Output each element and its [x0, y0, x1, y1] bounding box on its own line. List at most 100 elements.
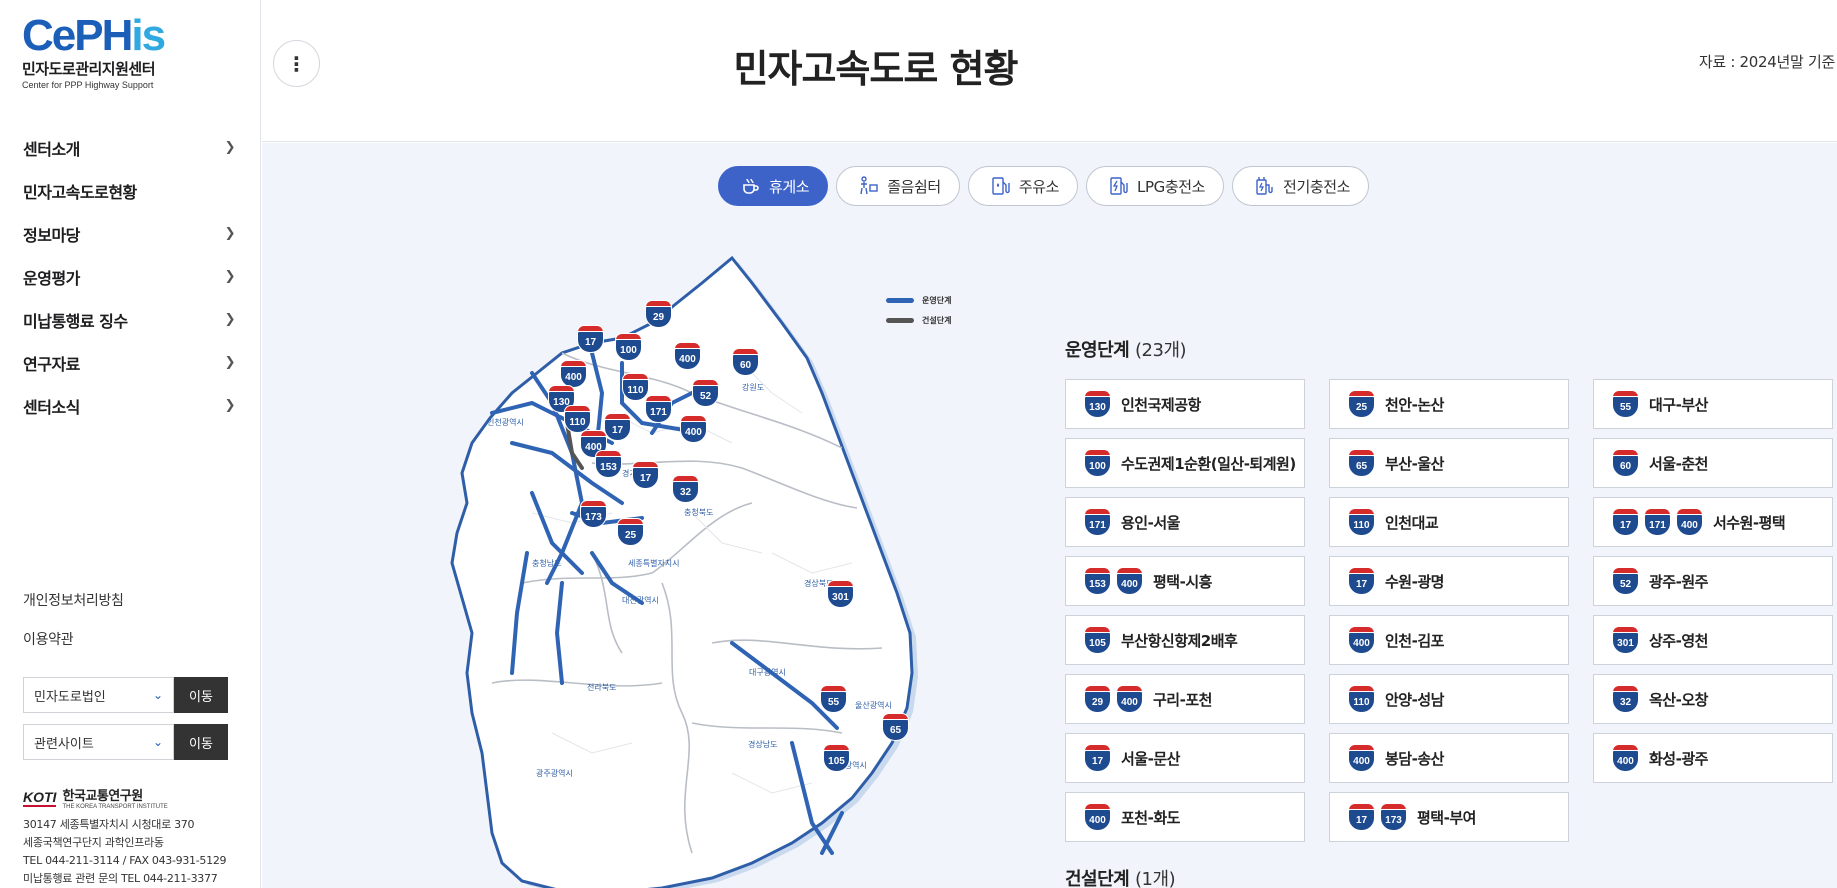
- route-shield-icon: 171: [645, 395, 672, 423]
- route-shield-icon: 400: [1084, 803, 1111, 831]
- route-name: 부산-울산: [1385, 454, 1444, 473]
- route-card[interactable]: 17 수원-광명: [1329, 556, 1569, 606]
- route-shield-icon: 55: [1612, 390, 1639, 418]
- nav-item-unpaid-toll[interactable]: 미납통행료 징수 ❯: [0, 298, 261, 341]
- chevron-right-icon: ❯: [224, 398, 236, 413]
- route-card[interactable]: 17 171 400 서수원-평택: [1593, 497, 1833, 547]
- svg-text:인천광역시: 인천광역시: [487, 417, 524, 427]
- route-shield-icon: 171: [1084, 508, 1111, 536]
- route-name: 인천국제공항: [1121, 395, 1201, 414]
- route-card[interactable]: 105 부산항신항제2배후: [1065, 615, 1305, 665]
- nav-item-research[interactable]: 연구자료 ❯: [0, 341, 261, 384]
- tab-lpg-station[interactable]: LPG충전소: [1086, 166, 1225, 206]
- route-shield-icon: 65: [1348, 449, 1375, 477]
- terms-link[interactable]: 이용약관: [23, 629, 124, 668]
- route-card[interactable]: 110 안양-성남: [1329, 674, 1569, 724]
- legend-construction-line: [886, 318, 914, 323]
- page-header: ⋮ 민자고속도로 현황 자료 : 2024년말 기준: [262, 0, 1837, 142]
- route-card[interactable]: 32 옥산-오창: [1593, 674, 1833, 724]
- route-card[interactable]: 55 대구-부산: [1593, 379, 1833, 429]
- route-shield-icon: 400: [1116, 567, 1143, 595]
- route-shield-icon: 400: [1116, 685, 1143, 713]
- operating-route-grid: 130 인천국제공항 25 천안-논산 55 대구-부산 100 수도권제1순환(일산-퇴계원…: [1065, 379, 1833, 842]
- route-card[interactable]: 130 인천국제공항: [1065, 379, 1305, 429]
- nav-item-info[interactable]: 정보마당 ❯: [0, 212, 261, 255]
- route-card[interactable]: 301 상주-영천: [1593, 615, 1833, 665]
- chevron-right-icon: ❯: [224, 140, 236, 155]
- route-name: 서수원-평택: [1713, 513, 1786, 532]
- chevron-right-icon: ❯: [224, 226, 236, 241]
- route-name: 화성-광주: [1649, 749, 1708, 768]
- tab-ev-charger[interactable]: 전기충전소: [1232, 166, 1370, 206]
- route-shield-icon: 17: [1348, 803, 1375, 831]
- route-card[interactable]: 17 서울-문산: [1065, 733, 1305, 783]
- route-card[interactable]: 60 서울-춘천: [1593, 438, 1833, 488]
- privacy-policy-link[interactable]: 개인정보처리방침: [23, 590, 124, 629]
- route-card[interactable]: 400 인천-김포: [1329, 615, 1569, 665]
- route-name: 상주-영천: [1649, 631, 1708, 650]
- route-name: 안양-성남: [1385, 690, 1444, 709]
- route-shield-icon: 173: [1380, 803, 1407, 831]
- tab-rest-area[interactable]: 휴게소: [718, 166, 829, 206]
- route-shield-icon: 153: [595, 450, 622, 478]
- tab-drowsy-shelter[interactable]: 졸음쉼터: [836, 166, 960, 206]
- route-card[interactable]: 17 173 평택-부여: [1329, 792, 1569, 842]
- route-shield-icon: 105: [1084, 626, 1111, 654]
- logo-name-en: Center for PPP Highway Support: [22, 80, 154, 90]
- route-shield-icon: 29: [1084, 685, 1111, 713]
- korea-highway-map: 강원도 인천광역시 경기도 충청북도 충청남도 세종특별자치시 대전광역시 경상…: [412, 253, 1032, 888]
- route-shield-icon: 400: [1612, 744, 1639, 772]
- tab-gas-station[interactable]: 주유소: [967, 166, 1079, 206]
- route-card[interactable]: 52 광주-원주: [1593, 556, 1833, 606]
- route-card[interactable]: 100 수도권제1순환(일산-퇴계원): [1065, 438, 1305, 488]
- route-shield-icon: 301: [827, 580, 854, 608]
- route-shield-icon: 65: [882, 713, 909, 741]
- route-shield-icon: 29: [645, 300, 672, 328]
- route-card[interactable]: 400 봉담-송산: [1329, 733, 1569, 783]
- site-go-button[interactable]: 이동: [174, 724, 228, 760]
- route-card[interactable]: 400 화성-광주: [1593, 733, 1833, 783]
- svg-text:전라북도: 전라북도: [587, 682, 616, 692]
- route-card[interactable]: 29 400 구리-포천: [1065, 674, 1305, 724]
- chevron-down-icon: ⌄: [152, 688, 163, 702]
- route-shield-icon: 110: [564, 405, 591, 433]
- nav-item-news[interactable]: 센터소식 ❯: [0, 384, 261, 427]
- route-card[interactable]: 171 용인-서울: [1065, 497, 1305, 547]
- lpg-icon: [1107, 175, 1129, 197]
- main-content: 휴게소 졸음쉼터 주유소 LPG충전소 전기충전소 강원도 인천광역시 충청북도…: [262, 143, 1837, 888]
- route-shield-icon: 55: [820, 685, 847, 713]
- logo-mark: CePHis: [22, 11, 166, 60]
- route-shield-icon: 17: [604, 413, 631, 441]
- route-shield-icon: 25: [617, 518, 644, 546]
- route-card[interactable]: 153 400 평택-시흥: [1065, 556, 1305, 606]
- route-name: 용인-서울: [1121, 513, 1180, 532]
- route-card[interactable]: 400 포천-화도: [1065, 792, 1305, 842]
- route-shield-icon: 52: [1612, 567, 1639, 595]
- nav-item-center-intro[interactable]: 센터소개 ❯: [0, 126, 261, 169]
- route-name: 천안-논산: [1385, 395, 1444, 414]
- corp-select[interactable]: 민자도로법인 ⌄: [23, 677, 174, 713]
- svg-text:강원도: 강원도: [742, 382, 764, 392]
- route-shield-icon: 153: [1084, 567, 1111, 595]
- main-nav: 센터소개 ❯ 민자고속도로현황 정보마당 ❯ 운영평가 ❯ 미납통행료 징수 ❯ 연구자…: [0, 126, 261, 427]
- svg-text:울산광역시: 울산광역시: [855, 700, 892, 710]
- route-shield-icon: 173: [580, 500, 607, 528]
- logo-name-ko: 민자도로관리지원센터: [22, 60, 156, 78]
- route-card[interactable]: 65 부산-울산: [1329, 438, 1569, 488]
- route-name: 인천-김포: [1385, 631, 1444, 650]
- route-shield-icon: 400: [1348, 744, 1375, 772]
- related-site-select[interactable]: 관련사이트 ⌄: [23, 724, 174, 760]
- footer-links: 개인정보처리방침 이용약관: [23, 590, 124, 668]
- nav-item-evaluation[interactable]: 운영평가 ❯: [0, 255, 261, 298]
- map-svg: 강원도 인천광역시 경기도 충청북도 충청남도 세종특별자치시 대전광역시 경상…: [450, 255, 918, 888]
- route-shield-icon: 60: [732, 348, 759, 376]
- fuel-icon: [989, 175, 1011, 197]
- coffee-icon: [739, 175, 761, 197]
- route-shield-icon: 17: [1084, 744, 1111, 772]
- cephis-logo[interactable]: CePHis 민자도로관리지원센터 Center for PPP Highway…: [22, 11, 166, 91]
- corp-go-button[interactable]: 이동: [174, 677, 228, 713]
- nav-item-highway-status[interactable]: 민자고속도로현황: [0, 169, 261, 212]
- route-name: 부산항신항제2배후: [1121, 631, 1238, 650]
- route-card[interactable]: 25 천안-논산: [1329, 379, 1569, 429]
- route-card[interactable]: 110 인천대교: [1329, 497, 1569, 547]
